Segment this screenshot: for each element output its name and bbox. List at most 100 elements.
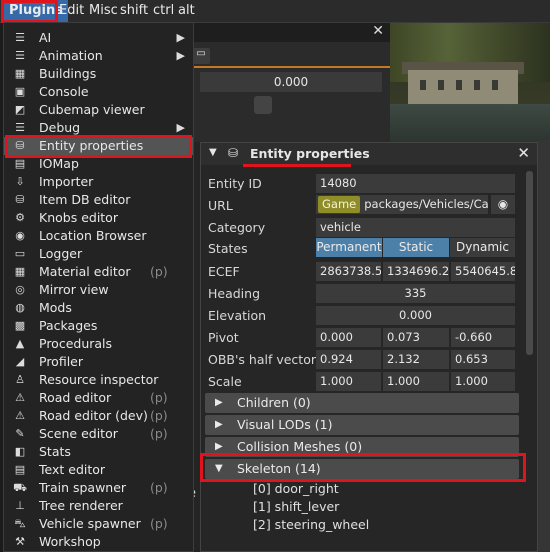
menu-item-vehicle-spawner[interactable]: ⛍ Vehicle spawner (p): [4, 515, 193, 533]
highlight-box-entity-properties: [5, 135, 192, 158]
heading-field[interactable]: 335: [316, 284, 515, 303]
menu-item-buildings[interactable]: ▦ Buildings: [4, 65, 193, 83]
obb-z-field[interactable]: 0.653: [451, 350, 515, 369]
window: [492, 80, 498, 90]
pivot-x-field[interactable]: 0.000: [316, 328, 381, 347]
scale-x-field[interactable]: 1.000: [316, 372, 381, 391]
menu-item-train-spawner[interactable]: ⛟ Train spawner (p): [4, 479, 193, 497]
material-icon: ▦: [14, 265, 26, 278]
menu-item-label: AI: [39, 30, 52, 45]
tab-icon[interactable]: ▭: [192, 48, 210, 64]
grid-icon: ▦: [14, 67, 26, 80]
menu-item-label: Animation: [39, 48, 103, 63]
mods-icon: ◍: [15, 301, 25, 314]
train-icon: ⛟: [13, 481, 27, 494]
url-field[interactable]: Game packages/Vehicles/Car: [316, 195, 488, 214]
label-states: States: [208, 241, 248, 256]
menu-item-mods[interactable]: ◍ Mods: [4, 299, 193, 317]
menu-item-road-editor[interactable]: ⚠ Road editor (p): [4, 389, 193, 407]
menu-item-item-db-editor[interactable]: ⛁ Item DB editor: [4, 191, 193, 209]
menu-item-road-editor-dev[interactable]: ⚠ Road editor (dev) (p): [4, 407, 193, 425]
modifier-shift: shift: [120, 3, 149, 18]
plugin-flag: (p): [150, 408, 168, 423]
skeleton-bone-item[interactable]: [1] shift_lever: [253, 499, 339, 514]
close-icon[interactable]: ✕: [517, 144, 530, 162]
submenu-arrow-icon: ▶: [176, 31, 185, 44]
value-field[interactable]: 0.000: [200, 72, 382, 92]
terminal-icon: ▣: [14, 85, 26, 98]
menu-item-profiler[interactable]: ◢ Profiler: [4, 353, 193, 371]
3d-viewport[interactable]: [380, 22, 550, 142]
menu-item-label: Road editor: [39, 390, 112, 405]
menu-item-knobs-editor[interactable]: ⚙ Knobs editor: [4, 209, 193, 227]
menu-item-label: Tree renderer: [39, 498, 123, 513]
url-tag: Game: [318, 196, 361, 213]
category-field[interactable]: vehicle: [316, 218, 515, 237]
state-static-button[interactable]: Static: [383, 238, 449, 257]
menu-item-packages[interactable]: ▩ Packages: [4, 317, 193, 335]
scrollbar[interactable]: [526, 171, 533, 355]
expand-icon: ▶: [215, 419, 223, 430]
menu-edit[interactable]: Edit: [59, 0, 84, 22]
section-visual-lods[interactable]: ▶ Visual LODs (1): [205, 415, 519, 435]
submenu-arrow-icon: ▶: [176, 49, 185, 62]
pivot-y-field[interactable]: 0.073: [383, 328, 449, 347]
road-icon: ⚠: [15, 409, 25, 422]
eye-icon[interactable]: ◉: [491, 195, 515, 214]
obb-x-field[interactable]: 0.924: [316, 350, 381, 369]
close-icon[interactable]: ✕: [372, 23, 384, 39]
obb-y-field[interactable]: 2.132: [383, 350, 449, 369]
skeleton-bone-item[interactable]: [2] steering_wheel: [253, 517, 369, 532]
menu-item-label: Workshop: [39, 534, 101, 549]
menu-item-label: Stats: [39, 444, 71, 459]
menu-misc[interactable]: Misc: [89, 0, 118, 22]
menu-item-logger[interactable]: ▭ Logger: [4, 245, 193, 263]
menu-item-mirror-view[interactable]: ◎ Mirror view: [4, 281, 193, 299]
menu-bar: Plugins Edit Misc shift ctrl alt: [0, 0, 550, 23]
section-children[interactable]: ▶ Children (0): [205, 393, 519, 413]
menu-item-label: Location Browser: [39, 228, 147, 243]
ecef-x-field[interactable]: 2863738.59: [316, 262, 381, 281]
menu-item-tree-renderer[interactable]: ⊥ Tree renderer: [4, 497, 193, 515]
plugin-flag: (p): [150, 390, 168, 405]
background-panel-titlebar: ✕: [192, 22, 390, 42]
highlight-box-skeleton: [200, 453, 526, 482]
checkbox[interactable]: [254, 96, 272, 114]
menu-item-cubemap-viewer[interactable]: ◩ Cubemap viewer: [4, 101, 193, 119]
menu-item-location-browser[interactable]: ◉ Location Browser: [4, 227, 193, 245]
menu-item-console[interactable]: ▣ Console: [4, 83, 193, 101]
menu-item-label: Text editor: [39, 462, 106, 477]
elevation-field[interactable]: 0.000: [316, 306, 515, 325]
scale-z-field[interactable]: 1.000: [451, 372, 515, 391]
import-icon: ⇩: [15, 175, 25, 188]
menu-item-material-editor[interactable]: ▦ Material editor (p): [4, 263, 193, 281]
menu-item-label: Train spawner: [39, 480, 127, 495]
collapse-icon[interactable]: ▼: [209, 147, 217, 158]
ecef-y-field[interactable]: 1334696.20: [383, 262, 449, 281]
url-path: packages/Vehicles/Car: [364, 197, 488, 211]
menu-item-text-editor[interactable]: ▤ Text editor: [4, 461, 193, 479]
plugin-flag: (p): [150, 480, 168, 495]
menu-item-ai[interactable]: ☰ AI ▶: [4, 29, 193, 47]
state-dynamic-button[interactable]: Dynamic: [450, 238, 515, 257]
plugin-flag: (p): [150, 426, 168, 441]
menu-item-label: Material editor: [39, 264, 131, 279]
menu-item-animation[interactable]: ☰ Animation ▶: [4, 47, 193, 65]
pivot-z-field[interactable]: -0.660: [451, 328, 515, 347]
window-titlebar[interactable]: ▼ ⛁ Entity properties ✕: [201, 143, 537, 165]
window: [474, 80, 480, 90]
menu-item-procedurals[interactable]: ▲ Procedurals: [4, 335, 193, 353]
ecef-z-field[interactable]: 5540645.82: [451, 262, 515, 281]
menu-item-workshop[interactable]: ⚒ Workshop: [4, 533, 193, 551]
menu-item-importer[interactable]: ⇩ Importer: [4, 173, 193, 191]
menu-item-resource-inspector[interactable]: ♙ Resource inspector: [4, 371, 193, 389]
menu-item-label: Mirror view: [39, 282, 109, 297]
state-permanent-button[interactable]: Permanent: [316, 238, 382, 257]
skeleton-bone-item[interactable]: [0] door_right: [253, 481, 339, 496]
menu-item-scene-editor[interactable]: ✎ Scene editor (p): [4, 425, 193, 443]
database-icon: ⛁: [228, 146, 239, 160]
section-label: Visual LODs (1): [237, 417, 333, 432]
scale-y-field[interactable]: 1.000: [383, 372, 449, 391]
menu-item-stats[interactable]: ◧ Stats: [4, 443, 193, 461]
entity-id-field[interactable]: 14080: [316, 174, 515, 193]
